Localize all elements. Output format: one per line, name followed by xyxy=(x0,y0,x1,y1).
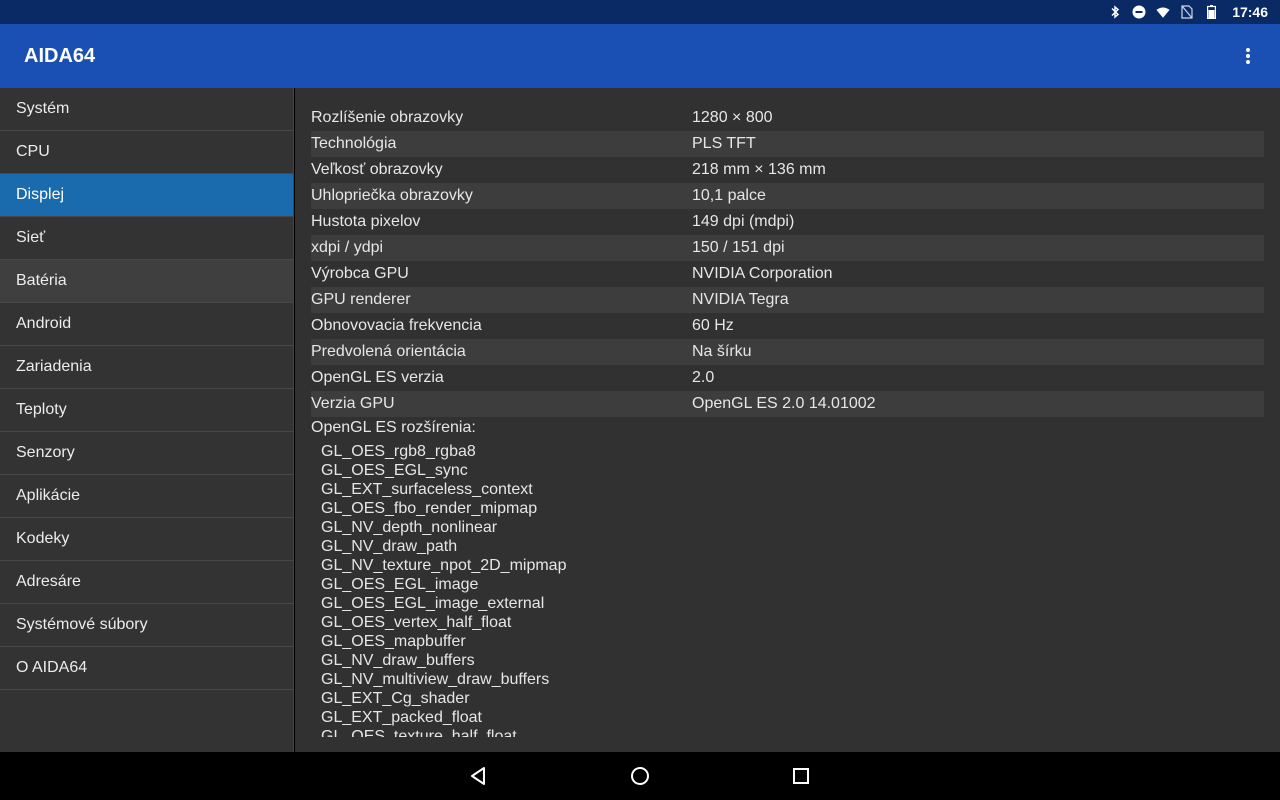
info-label: Verzia GPU xyxy=(311,395,395,412)
info-row: Veľkosť obrazovky 218 mm × 136 mm xyxy=(311,157,1264,183)
info-value: 150 / 151 dpi xyxy=(692,239,785,256)
list-item: GL_NV_draw_path xyxy=(321,538,458,555)
list-item: GL_NV_draw_buffers xyxy=(321,652,475,669)
list-item: GL_NV_depth_nonlinear xyxy=(321,519,498,536)
info-row: Výrobca GPU NVIDIA Corporation xyxy=(311,261,1264,287)
info-value: 2.0 xyxy=(692,369,715,386)
sidebar-item-about[interactable]: O AIDA64 xyxy=(0,647,293,690)
sidebar-item-sensors[interactable]: Senzory xyxy=(0,432,293,475)
list-item: GL_OES_mapbuffer xyxy=(321,633,466,650)
info-row: Predvolená orientácia Na šírku xyxy=(311,339,1264,365)
sidebar-item-directories[interactable]: Adresáre xyxy=(0,561,293,604)
app-title: AIDA64 xyxy=(24,44,96,67)
info-value: NVIDIA Corporation xyxy=(692,265,833,282)
info-label: Hustota pixelov xyxy=(311,213,421,230)
info-value: 149 dpi (mdpi) xyxy=(692,213,795,230)
display-info-table: Rozlíšenie obrazovky 1280 × 800 Technológ… xyxy=(311,105,1264,417)
list-item: GL_NV_texture_npot_2D_mipmap xyxy=(321,557,567,574)
info-row: Verzia GPU OpenGL ES 2.0 14.01002 xyxy=(311,391,1264,417)
sidebar-item-cpu[interactable]: CPU xyxy=(0,131,293,174)
info-label: Veľkosť obrazovky xyxy=(311,161,443,178)
info-label: GPU renderer xyxy=(311,291,411,308)
info-row: Technológia PLS TFT xyxy=(311,131,1264,157)
list-item: GL_OES_texture_half_float xyxy=(321,728,517,737)
info-label: Predvolená orientácia xyxy=(311,343,466,360)
info-label: Uhlopriečka obrazovky xyxy=(311,187,473,204)
sidebar-item-temperatures[interactable]: Teploty xyxy=(0,389,293,432)
sidebar-item-network[interactable]: Sieť xyxy=(0,217,293,260)
info-row: xdpi / ydpi 150 / 151 dpi xyxy=(311,235,1264,261)
info-label: Obnovovacia frekvencia xyxy=(311,317,482,334)
wifi-icon xyxy=(1156,5,1170,19)
sidebar-item-system-files[interactable]: Systémové súbory xyxy=(0,604,293,647)
info-row: Obnovovacia frekvencia 60 Hz xyxy=(311,313,1264,339)
display-info-panel[interactable]: Rozlíšenie obrazovky 1280 × 800 Technológ… xyxy=(295,88,1280,752)
sidebar-item-apps[interactable]: Aplikácie xyxy=(0,475,293,518)
app-bar: AIDA64 xyxy=(0,24,1280,88)
list-item: GL_OES_fbo_render_mipmap xyxy=(321,500,538,517)
info-value: NVIDIA Tegra xyxy=(692,291,789,308)
extensions-title: OpenGL ES rozšírenia: xyxy=(311,419,476,436)
info-value: OpenGL ES 2.0 14.01002 xyxy=(692,395,876,412)
system-nav-bar xyxy=(0,752,1280,800)
list-item: GL_EXT_packed_float xyxy=(321,709,482,726)
do-not-disturb-icon xyxy=(1132,5,1146,19)
info-label: xdpi / ydpi xyxy=(311,239,384,256)
sidebar-item-android[interactable]: Android xyxy=(0,303,293,346)
info-row: OpenGL ES verzia 2.0 xyxy=(311,365,1264,391)
list-item: GL_NV_multiview_draw_buffers xyxy=(321,671,550,688)
extensions-list: GL_OES_rgb8_rgba8 GL_OES_EGL_sync GL_EXT… xyxy=(321,442,1021,737)
status-time: 17:46 xyxy=(1232,4,1268,20)
info-row: Hustota pixelov 149 dpi (mdpi) xyxy=(311,209,1264,235)
no-sim-icon xyxy=(1180,5,1194,19)
sidebar-item-display[interactable]: Displej xyxy=(0,174,293,217)
info-value: 1280 × 800 xyxy=(692,109,773,126)
list-item: GL_OES_EGL_image_external xyxy=(321,595,545,612)
info-row: GPU renderer NVIDIA Tegra xyxy=(311,287,1264,313)
sidebar-item-battery[interactable]: Batéria xyxy=(0,260,293,303)
info-row: Uhlopriečka obrazovky 10,1 palce xyxy=(311,183,1264,209)
info-row: Rozlíšenie obrazovky 1280 × 800 xyxy=(311,105,1264,131)
list-item: GL_OES_EGL_image xyxy=(321,576,479,593)
sidebar: Systém CPU Displej Sieť Batéria Android … xyxy=(0,88,294,752)
info-label: Výrobca GPU xyxy=(311,265,409,282)
more-vert-icon[interactable] xyxy=(1236,44,1260,68)
info-value: PLS TFT xyxy=(692,135,756,152)
info-value: Na šírku xyxy=(692,343,752,360)
sidebar-item-system[interactable]: Systém xyxy=(0,88,293,131)
status-bar: 17:46 xyxy=(0,0,1280,24)
list-item: GL_OES_EGL_sync xyxy=(321,462,468,479)
list-item: GL_EXT_surfaceless_context xyxy=(321,481,533,498)
info-value: 60 Hz xyxy=(692,317,734,334)
home-icon[interactable] xyxy=(628,764,652,788)
battery-icon xyxy=(1204,5,1218,19)
back-icon[interactable] xyxy=(466,764,490,788)
info-value: 10,1 palce xyxy=(692,187,766,204)
info-label: Technológia xyxy=(311,135,397,152)
list-item: GL_OES_rgb8_rgba8 xyxy=(321,443,476,460)
info-label: Rozlíšenie obrazovky xyxy=(311,109,464,126)
info-label: OpenGL ES verzia xyxy=(311,369,444,386)
bluetooth-icon xyxy=(1108,5,1122,19)
recents-icon[interactable] xyxy=(789,764,813,788)
list-item: GL_OES_vertex_half_float xyxy=(321,614,512,631)
info-value: 218 mm × 136 mm xyxy=(692,161,826,178)
sidebar-item-devices[interactable]: Zariadenia xyxy=(0,346,293,389)
sidebar-item-codecs[interactable]: Kodeky xyxy=(0,518,293,561)
list-item: GL_EXT_Cg_shader xyxy=(321,690,470,707)
